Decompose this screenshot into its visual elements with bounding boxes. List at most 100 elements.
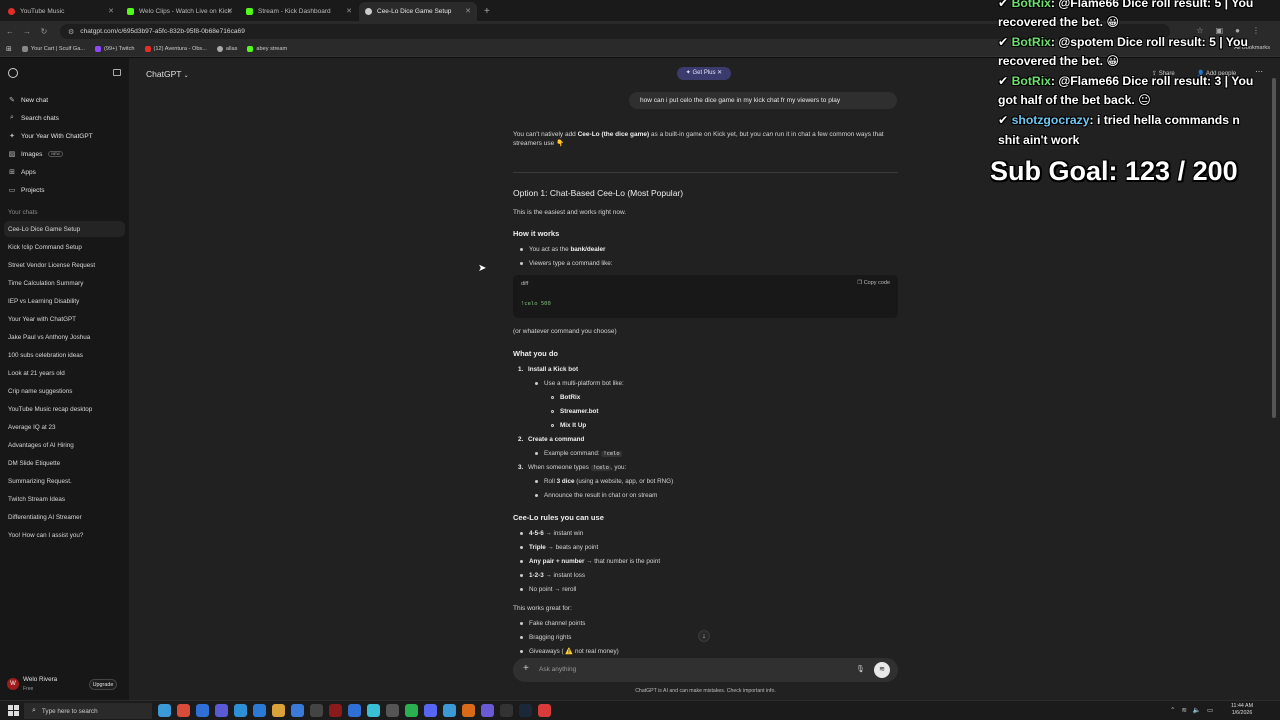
wifi-icon[interactable]: ≋ xyxy=(1181,706,1186,714)
sidebar-item-label: Your Year With ChatGPT xyxy=(21,132,93,140)
site-info-icon[interactable]: ⚙ xyxy=(68,28,74,36)
sidebar-item-images[interactable]: ▨ Images NEW xyxy=(8,147,63,161)
taskbar-app-icon[interactable] xyxy=(519,704,532,717)
bookmark-item[interactable]: (99+) Twitch xyxy=(94,46,135,52)
disclaimer-text: ChatGPT is AI and can make mistakes. Che… xyxy=(635,688,776,694)
taskbar-app-icon[interactable] xyxy=(538,704,551,717)
close-tab-icon[interactable]: ✕ xyxy=(108,7,114,15)
bookmark-item[interactable]: Your Cart | Sculf Ga... xyxy=(21,46,85,52)
windows-start-icon[interactable] xyxy=(8,705,19,716)
user-account[interactable]: W Welo Rivera Free Upgrade xyxy=(0,674,129,700)
chat-history-item[interactable]: Yoo! How can I assist you? xyxy=(4,527,125,543)
taskbar-app-icon[interactable] xyxy=(348,704,361,717)
chat-history-item[interactable]: 100 subs celebration ideas xyxy=(4,347,125,363)
taskbar-clock[interactable]: 11:44 AM 1/6/2026 xyxy=(1222,703,1262,717)
sparkle-icon: ✦ xyxy=(9,133,15,140)
chat-history-item[interactable]: Time Calculation Summary xyxy=(4,275,125,291)
sidebar-item-label: Projects xyxy=(21,186,45,194)
bookmark-item[interactable]: allas xyxy=(216,46,237,52)
taskbar-app-icon[interactable] xyxy=(500,704,513,717)
taskbar-app-icon[interactable] xyxy=(234,704,247,717)
battery-icon[interactable]: ▭ xyxy=(1207,706,1213,714)
add-attachment-icon[interactable]: + xyxy=(523,663,529,674)
taskbar-app-icon[interactable] xyxy=(367,704,380,717)
taskbar-app-icon[interactable] xyxy=(386,704,399,717)
text-em: can xyxy=(762,131,774,138)
prompt-composer[interactable]: + Ask anything 🎙 ≋ xyxy=(513,658,898,682)
chat-history-item[interactable]: Jake Paul vs Anthony Joshua xyxy=(4,329,125,345)
chat-history-item[interactable]: Summarizing Request. xyxy=(4,473,125,489)
prompt-input[interactable]: Ask anything xyxy=(539,666,576,673)
forward-icon[interactable]: → xyxy=(20,27,34,36)
copy-code-button[interactable]: ❐ Copy code xyxy=(857,280,890,288)
taskbar-app-icon[interactable] xyxy=(424,704,437,717)
model-selector[interactable]: ChatGPT ⌄ xyxy=(146,69,189,79)
close-icon[interactable]: ✕ xyxy=(717,70,722,76)
overlay-chat-line: ✔ BotRix: @Flame66 Dice roll result: 5 |… xyxy=(998,0,1253,10)
chat-history-item[interactable]: Advantages of AI Hiring xyxy=(4,437,125,453)
taskbar-app-icon[interactable] xyxy=(272,704,285,717)
chatgpt-logo-icon[interactable] xyxy=(8,68,18,78)
close-tab-icon[interactable]: ✕ xyxy=(465,7,471,15)
taskbar-app-icon[interactable] xyxy=(196,704,209,717)
chat-history-item-active[interactable]: Cee-Lo Dice Game Setup xyxy=(4,221,125,237)
sidebar-item-projects[interactable]: ▭ Projects xyxy=(8,183,45,197)
bookmark-item[interactable]: abey stream xyxy=(247,46,287,52)
avatar[interactable]: W xyxy=(7,678,19,690)
browser-tab[interactable]: YouTube Music ✕ xyxy=(2,2,120,21)
taskbar-app-icon[interactable] xyxy=(329,704,342,717)
chat-history-item[interactable]: Kick !clip Command Setup xyxy=(4,239,125,255)
bullet xyxy=(520,559,523,563)
copy-code-label: Copy code xyxy=(863,280,890,286)
chat-history-item[interactable]: Differentiating AI Streamer xyxy=(4,509,125,525)
get-plus-button[interactable]: ✦ Get Plus ✕ xyxy=(677,67,731,80)
chat-history-item[interactable]: Twitch Stream Ideas xyxy=(4,491,125,507)
chat-history-item[interactable]: Crip name suggestions xyxy=(4,383,125,399)
upgrade-button[interactable]: Upgrade xyxy=(89,679,117,690)
close-tab-icon[interactable]: ✕ xyxy=(346,7,352,15)
plus-sparkle-icon: ✦ xyxy=(685,70,691,76)
chat-history-item[interactable]: Street Vendor License Request xyxy=(4,257,125,273)
bookmark-item[interactable]: (12) Aventura - Obs... xyxy=(144,46,207,52)
chat-history-item[interactable]: Look at 21 years old xyxy=(4,365,125,381)
sidebar-toggle-icon[interactable] xyxy=(113,69,121,76)
scroll-down-button[interactable]: ↓ xyxy=(698,630,710,642)
microphone-icon[interactable]: 🎙 xyxy=(856,665,865,673)
sidebar-item-your-year[interactable]: ✦ Your Year With ChatGPT xyxy=(8,129,93,143)
browser-tab[interactable]: Stream - Kick Dashboard ✕ xyxy=(240,2,358,21)
close-tab-icon[interactable]: ✕ xyxy=(227,7,233,15)
taskbar-app-icon[interactable] xyxy=(253,704,266,717)
sidebar-item-search-chats[interactable]: ⌕ Search chats xyxy=(8,111,59,125)
chat-history-item[interactable]: Average IQ at 23 xyxy=(4,419,125,435)
taskbar-app-icon[interactable] xyxy=(481,704,494,717)
taskbar-app-icon[interactable] xyxy=(443,704,456,717)
taskbar-app-icon[interactable] xyxy=(158,704,171,717)
chevron-up-icon[interactable]: ⌃ xyxy=(1170,706,1175,714)
sidebar-item-apps[interactable]: ⊞ Apps xyxy=(8,165,36,179)
volume-icon[interactable]: 🔈 xyxy=(1193,706,1201,714)
browser-tab[interactable]: Welo Clips - Watch Live on Kick ✕ xyxy=(121,2,239,21)
voice-mode-button[interactable]: ≋ xyxy=(874,662,890,678)
taskbar-search[interactable]: ⌕ Type here to search xyxy=(24,703,152,719)
chat-history-item[interactable]: Your Year with ChatGPT xyxy=(4,311,125,327)
chat-history-item[interactable]: DM Slide Etiquette xyxy=(4,455,125,471)
sidebar-item-new-chat[interactable]: ✎ New chat xyxy=(8,93,48,107)
apps-grid-icon[interactable]: ⊞ xyxy=(6,45,12,53)
chat-username: BotRix xyxy=(1011,35,1051,49)
kick-favicon-icon xyxy=(246,8,253,15)
text-bold: BotRix xyxy=(560,394,581,401)
new-tab-icon[interactable]: + xyxy=(478,2,496,21)
reload-icon[interactable]: ↻ xyxy=(37,27,51,36)
taskbar-app-icon[interactable] xyxy=(310,704,323,717)
browser-tab-active[interactable]: Cee-Lo Dice Game Setup ✕ xyxy=(359,2,477,21)
taskbar-app-icon[interactable] xyxy=(291,704,304,717)
chat-history-item[interactable]: IEP vs Learning Disability xyxy=(4,293,125,309)
back-icon[interactable]: ← xyxy=(3,27,17,36)
taskbar-app-icon[interactable] xyxy=(215,704,228,717)
taskbar-app-icon[interactable] xyxy=(462,704,475,717)
chat-history-item[interactable]: YouTube Music recap desktop xyxy=(4,401,125,417)
taskbar-app-icon[interactable] xyxy=(405,704,418,717)
taskbar-app-icon[interactable] xyxy=(177,704,190,717)
bullet xyxy=(520,531,523,535)
rule-item: Triple → beats any point xyxy=(520,544,598,553)
